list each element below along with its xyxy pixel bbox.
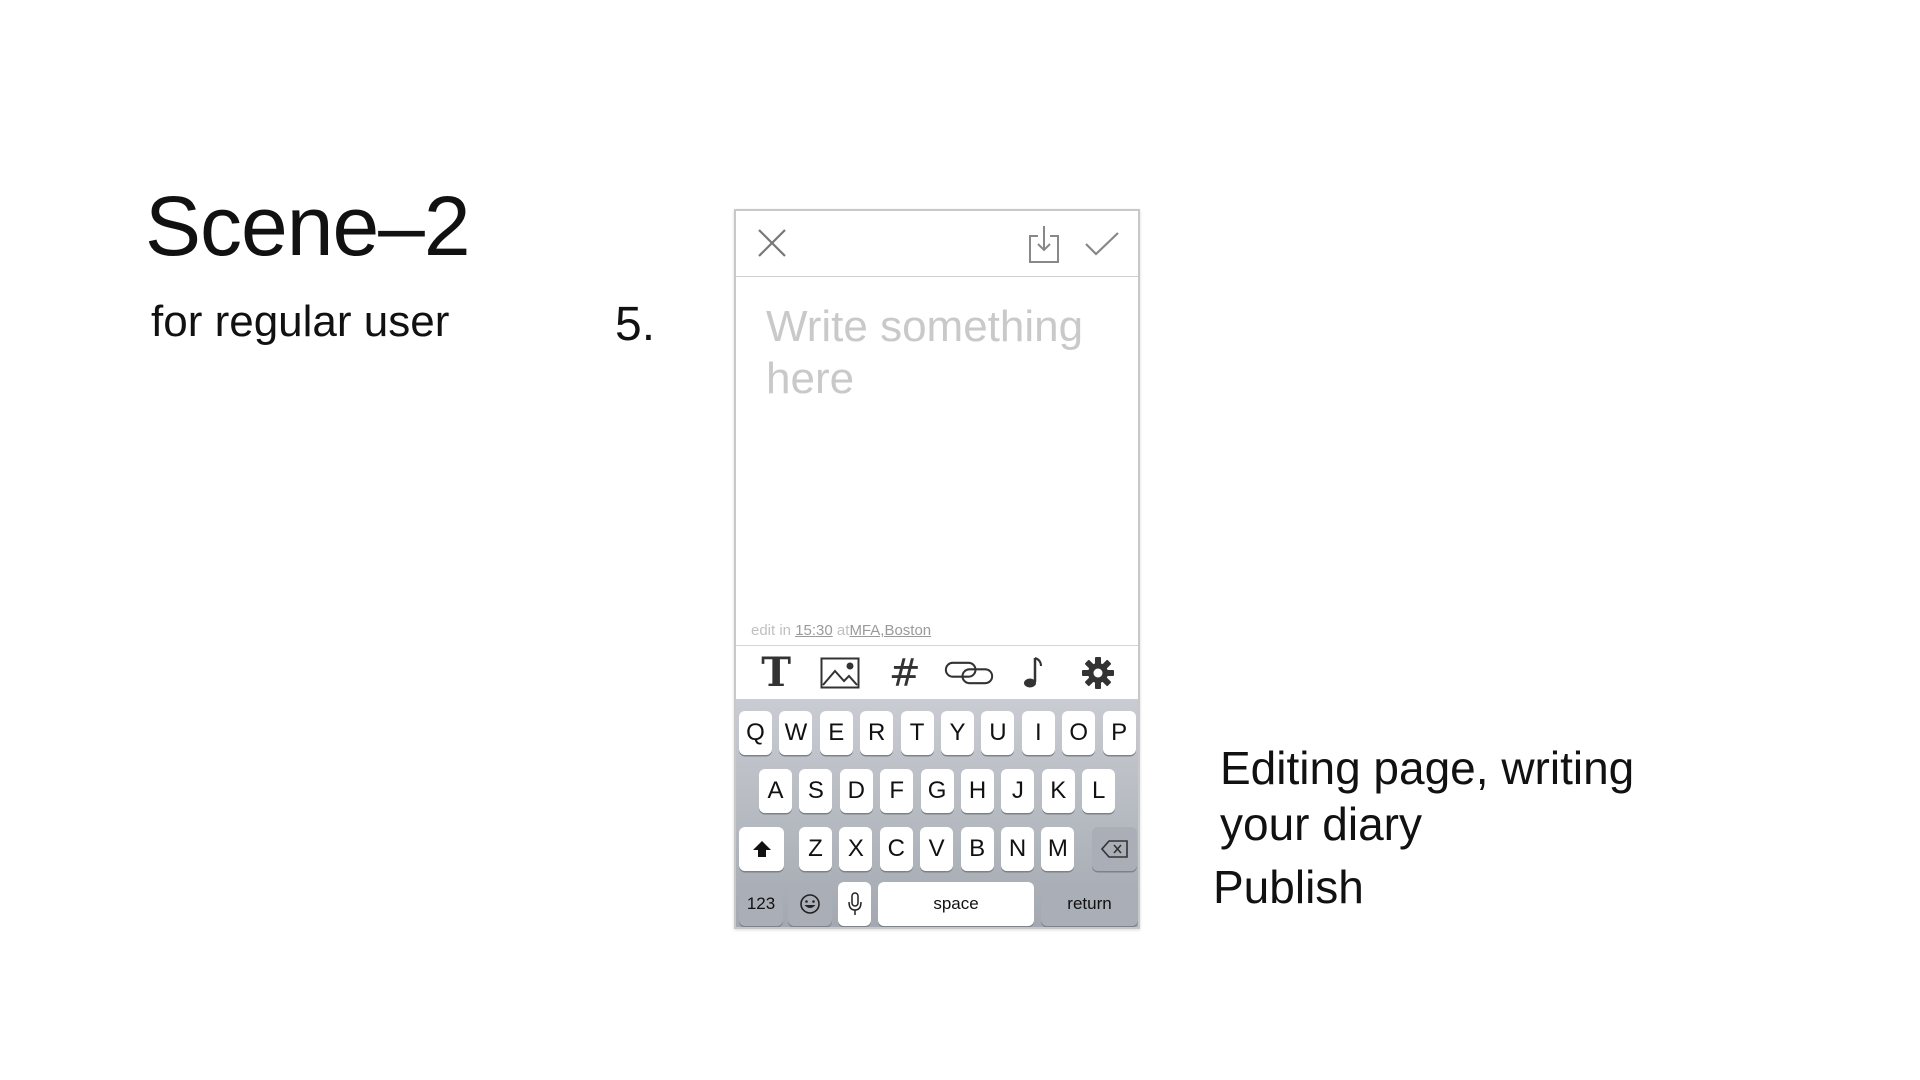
key-a[interactable]: A	[759, 769, 792, 813]
settings-gear-icon	[1081, 656, 1114, 689]
key-d[interactable]: D	[839, 769, 873, 813]
editor-top-bar	[736, 211, 1138, 277]
meta-at: at	[836, 622, 850, 639]
key-v[interactable]: V	[920, 827, 954, 871]
key-p[interactable]: P	[1102, 711, 1136, 755]
emoji-icon	[800, 894, 820, 914]
microphone-icon	[847, 892, 862, 915]
edit-location-link[interactable]: MFA,Boston	[849, 622, 931, 639]
publish-button[interactable]	[1082, 227, 1122, 261]
key-t[interactable]: T	[900, 711, 934, 755]
key-g[interactable]: G	[920, 769, 954, 813]
key-i[interactable]: I	[1021, 711, 1055, 755]
key-y[interactable]: Y	[941, 711, 974, 755]
key-o[interactable]: O	[1062, 711, 1096, 755]
key-b[interactable]: B	[960, 827, 994, 871]
text-format-icon: T	[761, 648, 792, 696]
key-r[interactable]: R	[860, 711, 894, 755]
onscreen-keyboard: QWERTYUIOP ASDFGHJKL ZXCVBNM 123 space r…	[736, 699, 1138, 927]
insert-image-button[interactable]	[815, 651, 865, 695]
shift-arrow-icon	[752, 841, 771, 857]
emoji-key[interactable]	[788, 882, 832, 926]
dictation-key[interactable]	[838, 882, 871, 926]
save-draft-button[interactable]	[1025, 223, 1063, 265]
numbers-key[interactable]: 123	[739, 882, 783, 926]
music-note-icon	[1024, 656, 1043, 687]
slide-subtitle: for regular user	[151, 297, 450, 346]
format-toolbar: T #	[736, 645, 1138, 699]
caption: Editing page, writing your diary	[1220, 742, 1635, 850]
key-s[interactable]: S	[799, 769, 833, 813]
key-l[interactable]: L	[1082, 769, 1116, 813]
caption-action: Publish	[1213, 861, 1364, 913]
key-x[interactable]: X	[839, 827, 873, 871]
hashtag-icon: #	[888, 650, 921, 695]
text-format-button[interactable]: T	[751, 651, 801, 695]
shift-key[interactable]	[739, 827, 784, 871]
key-f[interactable]: F	[880, 769, 914, 813]
insert-link-button[interactable]	[944, 651, 994, 695]
key-e[interactable]: E	[819, 711, 853, 755]
close-icon	[758, 229, 786, 257]
space-key[interactable]: space	[878, 882, 1034, 926]
key-z[interactable]: Z	[799, 827, 832, 871]
settings-button[interactable]	[1073, 651, 1123, 695]
phone-screen: Write something here edit in 15:30 atMFA…	[734, 209, 1140, 929]
key-m[interactable]: M	[1041, 827, 1075, 871]
meta-prefix: edit in	[751, 622, 792, 639]
checkmark-icon	[1085, 232, 1119, 256]
insert-music-button[interactable]	[1008, 651, 1058, 695]
image-icon	[820, 657, 860, 688]
backspace-key[interactable]	[1092, 827, 1137, 871]
download-tray-icon	[1029, 226, 1059, 263]
backspace-icon	[1100, 840, 1128, 858]
key-h[interactable]: H	[961, 769, 994, 813]
key-k[interactable]: K	[1041, 769, 1075, 813]
hashtag-button[interactable]: #	[880, 651, 930, 695]
key-c[interactable]: C	[879, 827, 913, 871]
key-u[interactable]: U	[981, 711, 1015, 755]
link-icon	[944, 661, 994, 684]
diary-text-area[interactable]: Write something here	[736, 277, 1138, 642]
edit-meta-info: edit in 15:30 atMFA,Boston	[751, 622, 931, 639]
slide-title: Scene–2	[145, 179, 471, 273]
close-button[interactable]	[754, 225, 790, 261]
step-number: 5.	[615, 298, 656, 351]
edit-time-link[interactable]: 15:30	[795, 622, 833, 639]
key-q[interactable]: Q	[739, 711, 772, 755]
key-n[interactable]: N	[1001, 827, 1034, 871]
key-j[interactable]: J	[1001, 769, 1035, 813]
editor-placeholder: Write something here	[766, 302, 1084, 403]
return-key[interactable]: return	[1041, 882, 1138, 926]
key-w[interactable]: W	[779, 711, 813, 755]
